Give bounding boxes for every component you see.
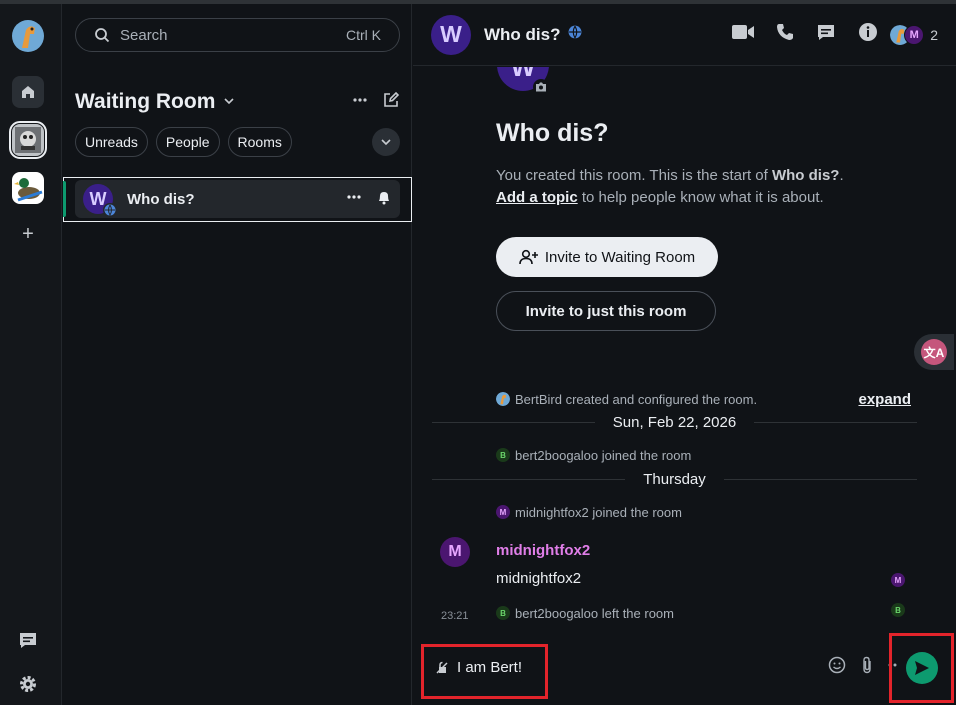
bert2boogaloo-avatar: B [496, 448, 510, 462]
membership-event: B bert2boogaloo left the room [496, 604, 674, 622]
search-placeholder: Search [120, 26, 168, 44]
chevron-down-icon[interactable] [223, 95, 235, 110]
add-topic-suffix: to help people know what it is about. [577, 189, 824, 206]
bertbird-avatar [496, 392, 510, 406]
space-duck[interactable] [12, 172, 44, 204]
membership-event: B bert2boogaloo joined the room [496, 446, 691, 464]
read-receipt[interactable]: B [891, 603, 905, 617]
compose-icon[interactable] [382, 91, 400, 114]
composer-highlight-box [421, 644, 548, 699]
room-filters: Unreads People Rooms [75, 126, 400, 158]
member-avatars: M [890, 24, 925, 45]
membership-event-text: midnightfox2 joined the room [515, 504, 682, 520]
date-separator-label: Sun, Feb 22, 2026 [612, 413, 737, 431]
expand-link[interactable]: expand [858, 391, 911, 408]
date-separator-label: Thursday [643, 470, 706, 488]
room-item-selected-indicator [63, 181, 66, 217]
room-list-panel: Search Ctrl K Waiting Room Unreads Peopl… [63, 4, 412, 705]
translate-icon: 文A [921, 339, 947, 365]
settings-button[interactable] [16, 672, 40, 696]
event-timestamp: 23:21 [441, 610, 469, 622]
room-name: Who dis? [127, 190, 195, 208]
midnightfox-avatar: M [496, 505, 510, 519]
invite-to-room-button[interactable]: Invite to just this room [496, 291, 716, 331]
home-button[interactable] [12, 76, 44, 108]
more-options-icon[interactable] [352, 92, 368, 113]
room-header-title[interactable]: Who dis? [484, 25, 560, 45]
room-item-who-dis[interactable]: W Who dis? [75, 180, 400, 218]
chevron-down-icon [381, 139, 391, 146]
search-shortcut: Ctrl K [346, 27, 381, 43]
voice-call-icon[interactable] [776, 23, 794, 46]
threads-button[interactable] [16, 628, 40, 652]
filters-expand-button[interactable] [372, 128, 400, 156]
room-list-header: Waiting Room [75, 88, 400, 116]
filter-people[interactable]: People [155, 127, 220, 157]
attachment-icon[interactable] [860, 656, 874, 679]
member-count: 2 [930, 26, 938, 43]
date-separator: Sun, Feb 22, 2026 [432, 412, 917, 432]
intro-text-room: Who dis? [771, 167, 840, 184]
timeline[interactable]: W Who dis? You created this room. This i… [413, 67, 956, 627]
home-icon [22, 86, 34, 98]
filter-rooms[interactable]: Rooms [227, 127, 292, 157]
search-button[interactable]: Search Ctrl K [75, 18, 400, 52]
space-title[interactable]: Waiting Room [75, 90, 215, 114]
invite-to-space-button[interactable]: Invite to Waiting Room [496, 237, 718, 277]
space-waiting-room[interactable] [9, 121, 47, 159]
midnightfox-avatar: M [904, 24, 925, 45]
user-avatar[interactable] [12, 20, 44, 52]
plus-icon: + [22, 223, 34, 245]
membership-event-text: bert2boogaloo joined the room [515, 447, 692, 463]
filter-unreads[interactable]: Unreads [75, 127, 148, 157]
read-receipt[interactable]: M [891, 573, 905, 587]
intro-text-suffix: . [839, 167, 844, 184]
room-header: W Who dis? M 2 [413, 4, 956, 66]
message-body: midnightfox2 [496, 570, 582, 587]
member-list-button[interactable]: M 2 [890, 24, 938, 45]
membership-event: M midnightfox2 joined the room [496, 503, 682, 521]
translate-button[interactable]: 文A [914, 334, 954, 370]
invite-to-space-label: Invite to Waiting Room [544, 248, 696, 266]
gear-icon [20, 676, 36, 692]
globe-icon [568, 25, 582, 44]
intro-text-prefix: You created this room. This is the start… [496, 167, 772, 184]
room-avatar: W [83, 184, 117, 217]
room-intro-text: You created this room. This is the start… [496, 165, 916, 209]
room-intro-title: Who dis? [496, 119, 609, 147]
threads-icon [20, 633, 36, 648]
room-info-icon[interactable] [858, 22, 878, 47]
threads-icon[interactable] [816, 22, 836, 47]
video-call-icon[interactable] [732, 24, 755, 45]
space-bar: + [0, 4, 62, 705]
notification-bell-icon[interactable] [376, 189, 392, 210]
room-header-avatar[interactable]: W [431, 14, 471, 55]
creation-summary-text: BertBird created and configured the room… [515, 391, 758, 407]
bert2boogaloo-avatar: B [496, 606, 510, 620]
send-button-highlight-box [889, 633, 954, 703]
creation-summary: BertBird created and configured the room… [496, 390, 911, 408]
create-space-button[interactable]: + [18, 224, 38, 244]
add-topic-link[interactable]: Add a topic [496, 189, 578, 206]
membership-event-text: bert2boogaloo left the room [515, 605, 674, 621]
sender-name[interactable]: midnightfox2 [496, 542, 590, 559]
sender-avatar[interactable]: M [440, 537, 470, 567]
room-options-icon[interactable] [346, 189, 362, 210]
globe-icon [103, 203, 117, 217]
add-user-icon [519, 249, 538, 265]
search-icon [95, 28, 110, 43]
camera-icon[interactable] [533, 79, 549, 95]
room-view: W Who dis? M 2 W Who dis? You created th… [413, 4, 956, 705]
date-separator: Thursday [432, 469, 917, 489]
emoji-icon[interactable] [828, 656, 846, 679]
